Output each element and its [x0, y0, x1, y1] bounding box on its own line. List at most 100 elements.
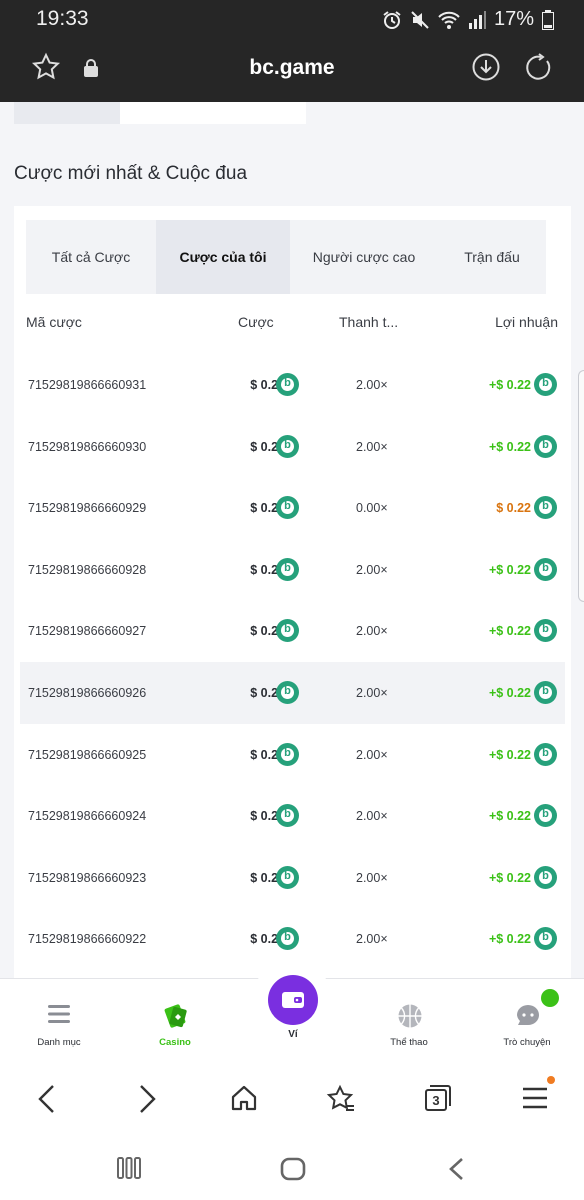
tab-count: 3 — [432, 1093, 440, 1108]
bet-tabs: Tất cả Cược Cược của tôi Người cược cao … — [26, 220, 546, 294]
nav-sports[interactable]: Thể thao — [354, 979, 464, 1065]
bcd-coin-icon — [276, 680, 299, 704]
page-content: Cược mới nhất & Cuộc đua Tất cả Cược Cượ… — [0, 102, 584, 978]
bcd-coin-icon — [534, 496, 557, 520]
tab-high-rollers[interactable]: Người cược cao — [290, 220, 438, 294]
basketball-icon — [398, 1004, 422, 1028]
profit-value: $ 0.22 — [496, 501, 531, 516]
bcd-coin-icon — [276, 557, 299, 581]
table-row[interactable]: 7152981986666093​1 $ 0.22 2.00× +$ 0.22 — [20, 354, 565, 416]
bet-id[interactable]: 71529819866660922 — [28, 932, 146, 946]
browser-bottom-bar: 3 — [0, 1064, 584, 1134]
browser-menu-icon[interactable] — [522, 1086, 548, 1110]
menu-icon — [48, 1005, 70, 1023]
bet-id[interactable]: 71529819866660923 — [28, 871, 146, 885]
table-row[interactable]: 71529819866660923 $ 0.22 2.00× +$ 0.22 — [20, 847, 565, 909]
table-row[interactable]: 71529819866660927 $ 0.22 2.00× +$ 0.22 — [20, 600, 565, 662]
home-button-icon[interactable] — [279, 1156, 307, 1182]
payout-multiplier: 2.00× — [356, 439, 388, 454]
bet-id[interactable]: 71529819866660926 — [28, 686, 146, 700]
mute-icon — [411, 10, 429, 29]
card-fragment — [14, 102, 120, 124]
profit-value: +$ 0.22 — [488, 747, 531, 762]
nav-menu[interactable]: Danh mục — [4, 979, 114, 1065]
bet-id[interactable]: 71529819866660927 — [28, 624, 146, 638]
nav-menu-label: Danh mục — [37, 1037, 81, 1048]
bcd-coin-icon — [534, 373, 557, 396]
recent-apps-icon[interactable] — [116, 1156, 142, 1180]
bcd-coin-icon — [534, 680, 557, 704]
wallet-button[interactable] — [268, 975, 318, 1025]
profit-value: +$ 0.22 — [488, 932, 531, 947]
nav-sports-label: Thể thao — [390, 1037, 428, 1048]
bcd-coin-icon — [534, 742, 557, 766]
signal-icon — [468, 10, 486, 29]
back-arrow-icon[interactable] — [36, 1084, 58, 1114]
forward-arrow-icon[interactable] — [136, 1084, 158, 1114]
wallet-icon — [282, 992, 304, 1008]
download-icon[interactable] — [471, 52, 501, 82]
header-profit: Lợi nhuận — [495, 314, 558, 330]
bcd-coin-icon — [276, 804, 299, 828]
bcd-coin-icon — [276, 434, 299, 458]
status-icons: 17% — [382, 8, 554, 31]
payout-multiplier: 2.00× — [356, 747, 388, 762]
nav-chat-label: Trò chuyện — [503, 1037, 551, 1048]
bets-table-body: 7152981986666093​1 $ 0.22 2.00× +$ 0.22 … — [20, 354, 565, 970]
system-back-icon[interactable] — [446, 1156, 468, 1182]
chat-notification-dot — [541, 989, 559, 1007]
bets-card: Tất cả Cược Cược của tôi Người cược cao … — [14, 206, 571, 978]
bcd-coin-icon — [534, 804, 557, 828]
bcd-coin-icon — [534, 927, 557, 951]
wifi-icon — [438, 11, 460, 29]
payout-multiplier: 2.00× — [356, 378, 388, 392]
bet-id[interactable]: 71529819866660924 — [28, 809, 146, 823]
header-payout: Thanh t... — [339, 314, 399, 330]
tab-my-bets[interactable]: Cược của tôi — [156, 220, 290, 294]
profit-value: +$ 0.22 — [488, 870, 531, 885]
nav-casino[interactable]: Casino — [120, 979, 230, 1065]
tab-all-bets[interactable]: Tất cả Cược — [26, 220, 156, 294]
bcd-coin-icon — [276, 742, 299, 766]
profit-value: +$ 0.22 — [488, 685, 531, 700]
tab-matches[interactable]: Trận đấu — [438, 220, 546, 294]
table-row[interactable]: 71529819866660924 $ 0.22 2.00× +$ 0.22 — [20, 785, 565, 847]
nav-chat[interactable]: Trò chuyện — [472, 979, 582, 1065]
payout-multiplier: 2.00× — [356, 624, 388, 639]
scrollbar[interactable] — [578, 370, 584, 602]
bookmarks-star-icon[interactable] — [326, 1084, 356, 1114]
menu-notification-dot — [547, 1076, 555, 1084]
payout-multiplier: 2.00× — [356, 562, 388, 577]
bcd-coin-icon — [534, 619, 557, 643]
profit-value: +$ 0.22 — [488, 809, 531, 824]
home-icon[interactable] — [230, 1084, 258, 1112]
table-header: Mã cược Cược Thanh t... Lợi nhuận — [14, 302, 571, 342]
bet-id[interactable]: 71529819866660929 — [28, 501, 146, 515]
tabs-button[interactable]: 3 — [424, 1084, 452, 1112]
table-row[interactable]: 71529819866660926 $ 0.22 2.00× +$ 0.22 — [20, 661, 565, 724]
bcd-coin-icon — [276, 619, 299, 643]
payout-multiplier: 2.00× — [356, 809, 388, 824]
bet-id[interactable]: 71529819866660930 — [28, 440, 146, 454]
profit-value: +$ 0.22 — [488, 378, 531, 392]
table-row[interactable]: 71529819866660928 $ 0.22 2.00× +$ 0.22 — [20, 539, 565, 601]
table-row[interactable]: 71529819866660930 $ 0.22 2.00× +$ 0.22 — [20, 416, 565, 478]
bet-id[interactable]: 71529819866660925 — [28, 748, 146, 762]
system-nav-bar — [0, 1134, 584, 1200]
nav-casino-label: Casino — [159, 1037, 191, 1048]
bcd-coin-icon — [534, 434, 557, 458]
clock: 19:33 — [36, 7, 89, 30]
alarm-icon — [383, 10, 401, 29]
bet-id[interactable]: 71529819866660928 — [28, 563, 146, 577]
profit-value: +$ 0.22 — [488, 562, 531, 577]
reload-icon[interactable] — [523, 52, 553, 82]
bcd-coin-icon — [276, 865, 299, 889]
battery-icon — [542, 9, 554, 30]
table-row[interactable]: 71529819866660925 $ 0.22 2.00× +$ 0.22 — [20, 724, 565, 786]
table-row[interactable]: 71529819866660929 $ 0.22 0.00× $ 0.22 — [20, 477, 565, 539]
header-bet: Cược — [238, 314, 274, 330]
bet-id[interactable]: 7152981986666093​1 — [28, 378, 146, 392]
header-bet-id: Mã cược — [26, 314, 82, 330]
casino-cards-icon — [164, 1004, 187, 1028]
bcd-coin-icon — [534, 557, 557, 581]
